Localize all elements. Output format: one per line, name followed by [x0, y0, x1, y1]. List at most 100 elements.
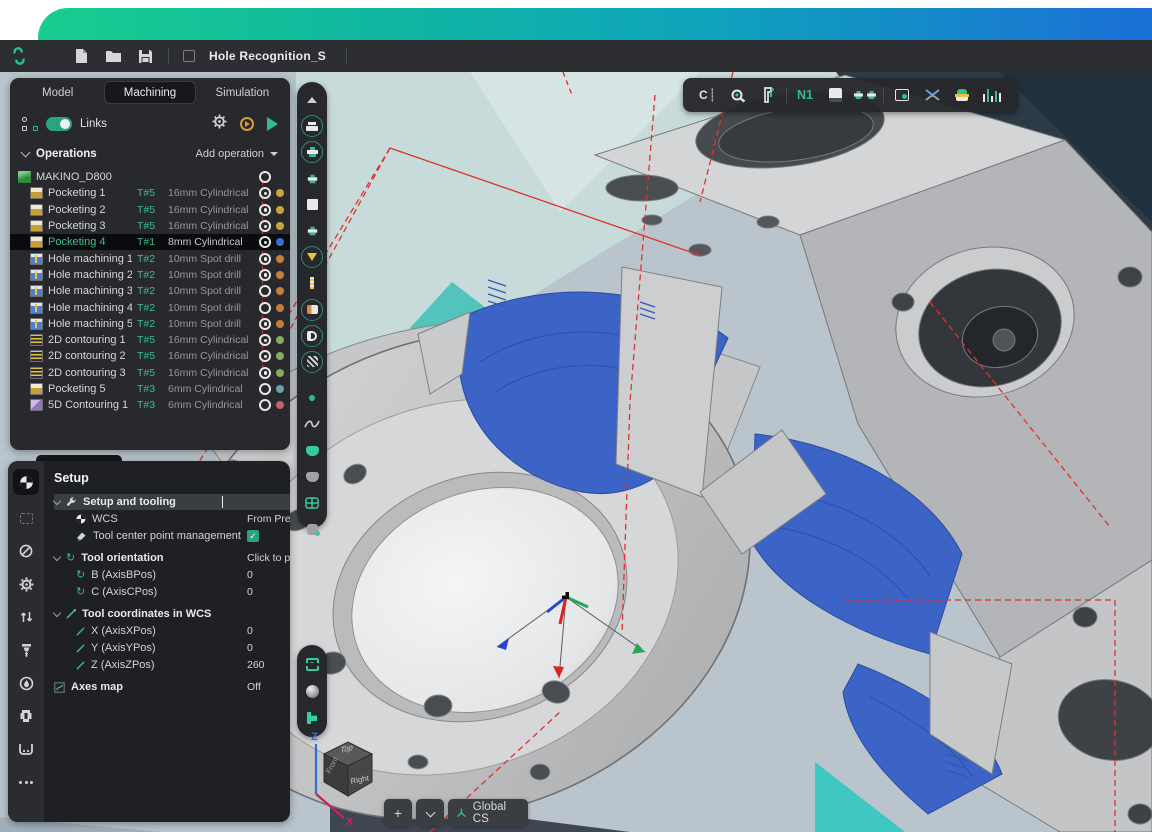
chevron-down-icon[interactable] — [53, 553, 61, 561]
wcs-row[interactable]: WCS From Previous — [54, 511, 290, 527]
param-value[interactable]: 0 — [247, 642, 290, 654]
operation-row-5d-contouring[interactable]: 5D Contouring 1 T#3 6mm Cylindrical — [10, 397, 290, 413]
param-value[interactable]: 0 — [247, 586, 290, 598]
axis-b-row[interactable]: ↻ B (AxisBPos) 0 — [54, 567, 290, 583]
operation-radio[interactable] — [259, 253, 271, 265]
clamping-section-icon[interactable] — [13, 739, 39, 759]
param-value[interactable]: 0 — [247, 625, 290, 637]
order-arrows-icon[interactable] — [13, 607, 39, 627]
operation-radio[interactable] — [259, 204, 271, 216]
tab-model[interactable]: Model — [13, 81, 102, 104]
run-play-icon[interactable] — [267, 117, 278, 131]
operation-row-contour-3[interactable]: 2D contouring 3 T#5 16mm Cylindrical — [10, 365, 290, 381]
operation-radio[interactable] — [259, 220, 271, 232]
settings-gear-icon[interactable] — [212, 114, 227, 134]
c-axis-icon[interactable]: C┊ — [693, 83, 723, 107]
operation-row-pocketing-2[interactable]: Pocketing 2 T#5 16mm Cylindrical — [10, 202, 290, 218]
holder-visibility-icon[interactable] — [301, 141, 323, 163]
operation-radio[interactable] — [259, 367, 271, 379]
operation-row-pocketing-3[interactable]: Pocketing 3 T#5 16mm Cylindrical — [10, 218, 290, 234]
operation-radio[interactable] — [259, 302, 271, 314]
probe-icon[interactable] — [723, 83, 753, 107]
holder-small-icon[interactable] — [301, 168, 323, 190]
param-value[interactable]: Off — [247, 681, 290, 693]
axis-c-row[interactable]: ↻ C (AxisCPos) 0 — [54, 584, 290, 600]
tool-funnel-icon[interactable] — [301, 246, 323, 268]
param-value[interactable]: 260 — [247, 659, 290, 671]
view-cube[interactable]: Z X Top Front Right — [302, 728, 394, 826]
holder-section-icon[interactable] — [13, 706, 39, 726]
hatch-pattern-icon[interactable] — [301, 351, 323, 373]
operation-row-pocketing-5[interactable]: Pocketing 5 T#3 6mm Cylindrical — [10, 381, 290, 397]
operation-radio[interactable] — [259, 269, 271, 281]
chevron-down-icon[interactable] — [21, 148, 31, 158]
dropdown-arrow-icon[interactable] — [270, 152, 278, 156]
add-operation-button[interactable]: Add operation — [196, 148, 279, 160]
axes-map-group[interactable]: Axes map Off — [54, 679, 290, 695]
param-value[interactable]: 0 — [247, 569, 290, 581]
operation-row-pocketing-1[interactable]: Pocketing 1 T#5 16mm Cylindrical — [10, 185, 290, 201]
axes-cross-icon[interactable] — [917, 83, 947, 107]
new-file-icon[interactable] — [72, 47, 90, 65]
curve-display-icon[interactable] — [301, 413, 323, 435]
chevron-down-icon[interactable] — [53, 609, 61, 617]
fit-to-screen-icon[interactable] — [301, 653, 323, 675]
operation-row-hole-2[interactable]: Hole machining 2 T#2 10mm Spot drill — [10, 267, 290, 283]
fixture-visibility-icon[interactable] — [301, 325, 323, 347]
machine-row[interactable]: MAKINO_D800 — [10, 169, 290, 185]
holder-small-icon-2[interactable] — [301, 220, 323, 242]
operation-row-hole-1[interactable]: Hole machining 1 T#2 10mm Spot drill — [10, 250, 290, 266]
param-value[interactable]: Click to pick — [247, 552, 290, 564]
operation-row-pocketing-4-selected[interactable]: Pocketing 4 T#1 8mm Cylindrical — [10, 234, 290, 250]
selection-section-icon[interactable] — [13, 508, 39, 528]
cs-dropdown-button[interactable] — [416, 799, 444, 826]
collapse-icon[interactable] — [301, 89, 323, 111]
axis-x-row[interactable]: X (AxisXPos) 0 — [54, 623, 290, 639]
axis-z-row[interactable]: Z (AxisZPos) 260 — [54, 657, 290, 673]
operation-radio[interactable] — [259, 334, 271, 346]
param-value[interactable]: From Previous — [247, 513, 290, 525]
operation-radio[interactable] — [259, 399, 271, 411]
solid-display-icon[interactable] — [301, 518, 323, 540]
nc-code-icon[interactable]: N1 — [790, 83, 820, 107]
tool-pair-icon[interactable] — [850, 83, 880, 107]
control-panel-icon[interactable] — [887, 83, 917, 107]
stock-view-icon[interactable] — [820, 83, 850, 107]
statistics-icon[interactable] — [977, 83, 1007, 107]
parameters-gear-icon[interactable] — [13, 574, 39, 594]
operation-radio[interactable] — [259, 236, 271, 248]
operation-radio[interactable] — [259, 285, 271, 297]
coolant-section-icon[interactable] — [13, 673, 39, 693]
chevron-down-icon[interactable] — [53, 497, 61, 505]
caliper-icon[interactable] — [753, 83, 783, 107]
operation-row-contour-1[interactable]: 2D contouring 1 T#5 16mm Cylindrical — [10, 332, 290, 348]
tool-orientation-group[interactable]: ↻ Tool orientation Click to pick — [54, 550, 290, 566]
setup-tooling-group[interactable]: Setup and tooling — [54, 494, 290, 510]
drill-bit-icon[interactable] — [301, 272, 323, 294]
machine-table-icon[interactable] — [947, 83, 977, 107]
coordinate-system-selector[interactable]: Global CS — [448, 799, 528, 826]
operation-radio[interactable] — [259, 187, 271, 199]
operation-radio[interactable] — [259, 383, 271, 395]
strategy-section-icon[interactable] — [13, 541, 39, 561]
tool-section-icon[interactable] — [13, 640, 39, 660]
operation-radio[interactable] — [259, 171, 271, 183]
machine-visibility-icon[interactable] — [301, 115, 323, 137]
flag-icon[interactable] — [301, 707, 323, 729]
tab-simulation[interactable]: Simulation — [198, 81, 287, 104]
surface-display-icon-active[interactable] — [301, 440, 323, 462]
shaded-view-icon[interactable] — [301, 680, 323, 702]
operation-row-hole-3[interactable]: Hole machining 3 T#2 10mm Spot drill — [10, 283, 290, 299]
operation-row-contour-2[interactable]: 2D contouring 2 T#5 16mm Cylindrical — [10, 348, 290, 364]
machine-simulation-icon[interactable] — [240, 117, 254, 131]
link-structure-icon[interactable] — [22, 117, 38, 131]
links-toggle[interactable] — [46, 117, 72, 131]
operation-radio[interactable] — [259, 318, 271, 330]
menu-icon[interactable] — [42, 47, 58, 65]
open-folder-icon[interactable] — [104, 47, 122, 65]
operation-row-hole-4[interactable]: Hole machining 4 T#2 10mm Spot drill — [10, 299, 290, 315]
more-ellipsis-icon[interactable] — [13, 772, 39, 792]
stock-square-icon[interactable] — [301, 194, 323, 216]
mesh-display-icon[interactable] — [301, 492, 323, 514]
surface-display-icon[interactable] — [301, 466, 323, 488]
